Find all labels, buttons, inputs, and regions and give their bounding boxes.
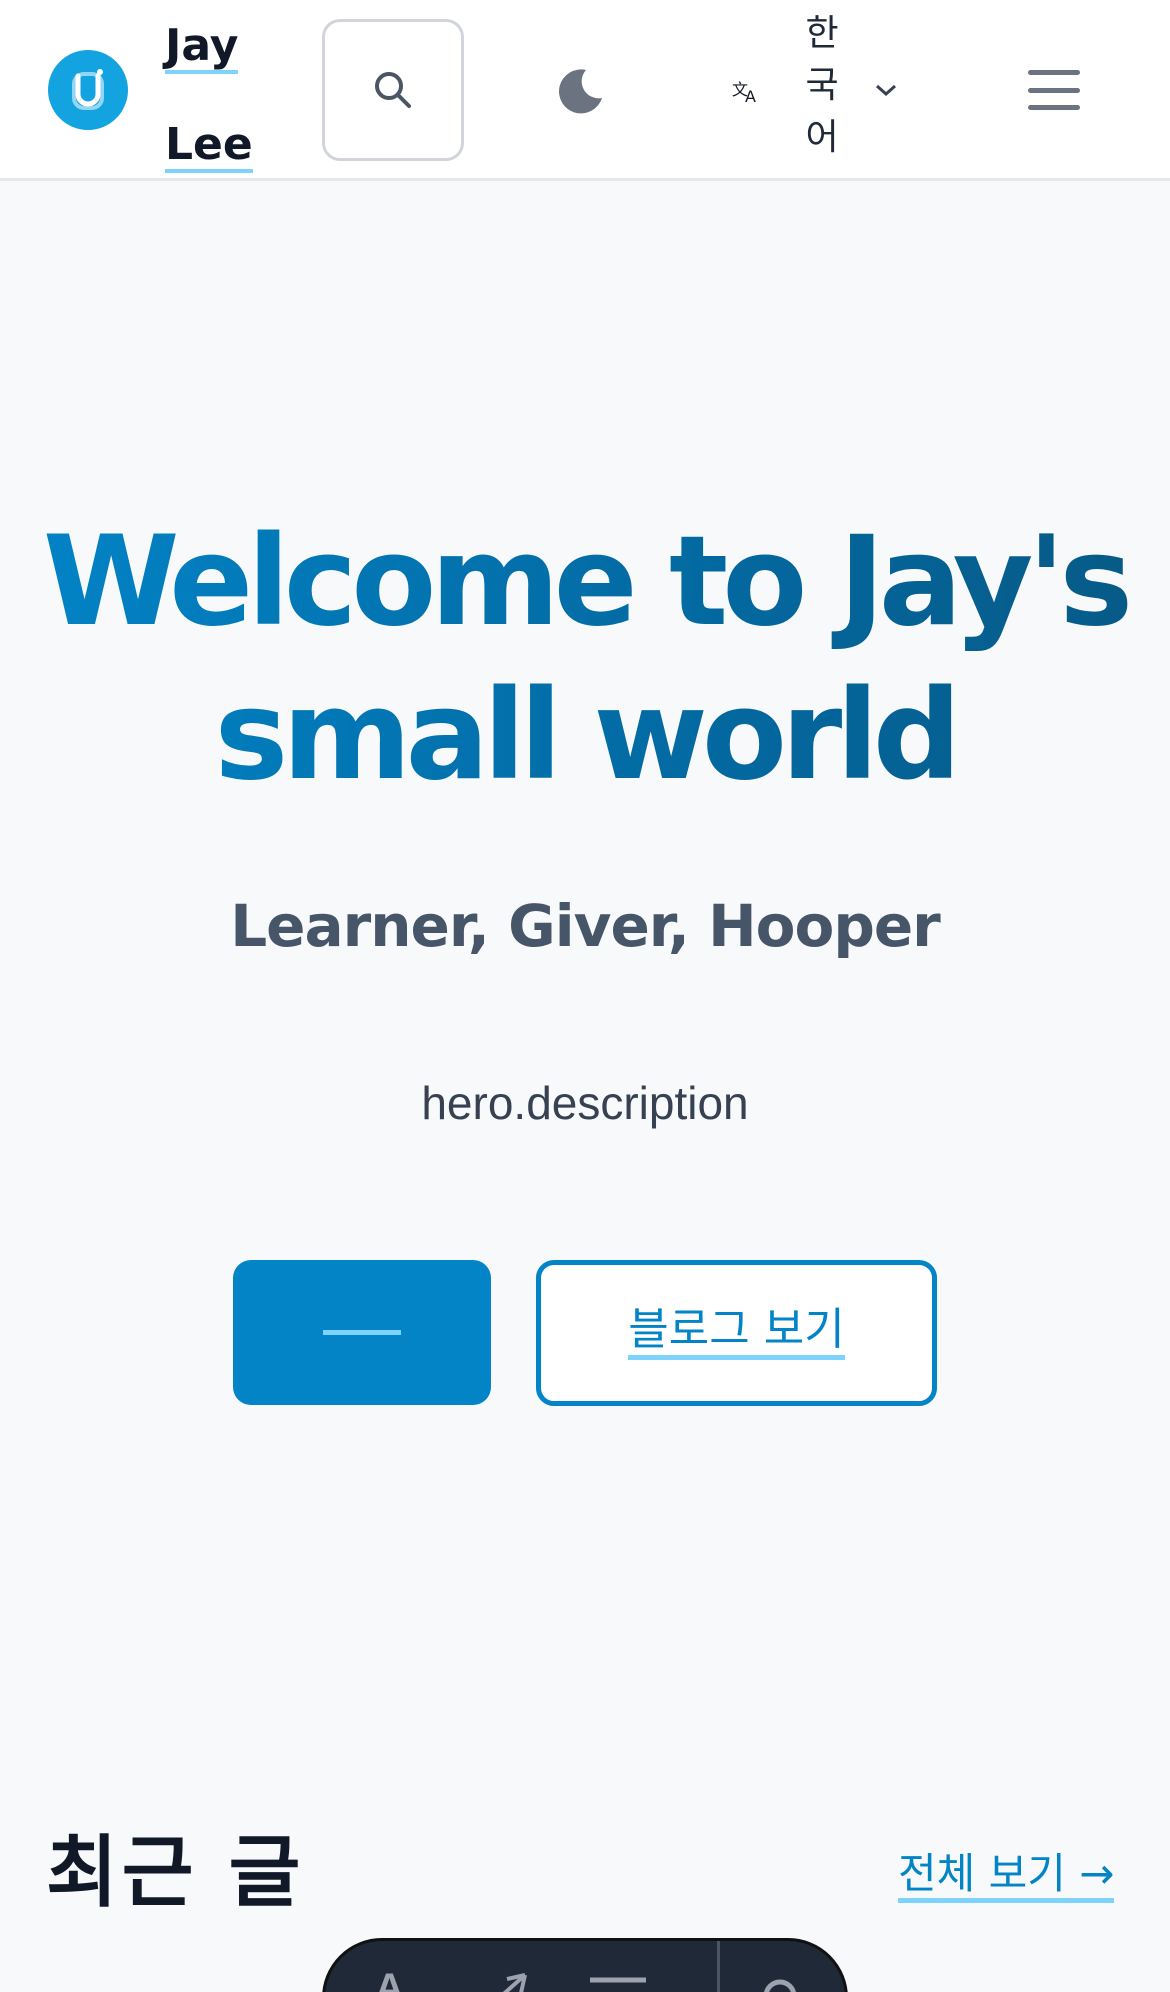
hero-description: hero.description (421, 1077, 749, 1129)
hero-title: Welcome to Jay's small world (0, 505, 1170, 813)
language-switcher[interactable]: 文 A 한국어 (722, 0, 912, 181)
hamburger-menu-button[interactable] (1022, 62, 1086, 118)
site-title-line-1[interactable]: Jay (165, 24, 239, 74)
view-all-link[interactable]: 전체 보기 → (898, 1849, 1115, 1904)
logo-icon[interactable] (48, 50, 128, 130)
menu-line (1028, 87, 1080, 93)
theme-toggle-button[interactable] (550, 60, 612, 122)
view-blog-label: 블로그 보기 (628, 1305, 845, 1360)
search-button[interactable] (322, 19, 464, 161)
view-blog-button[interactable]: 블로그 보기 (536, 1260, 937, 1406)
svg-text:A: A (745, 87, 756, 105)
recent-posts-title: 최근 글 (46, 1828, 305, 1918)
font-size-icon[interactable]: A (375, 1966, 404, 1992)
primary-cta-label-placeholder (323, 1330, 401, 1335)
language-label[interactable]: 한국어 (797, 8, 847, 164)
search-icon (375, 72, 411, 108)
menu-line (1028, 70, 1080, 75)
floating-toolbar: A (322, 1938, 848, 1992)
site-title-line-2[interactable]: Lee (165, 123, 253, 173)
site-header: Jay Lee 文 A 한국어 (0, 0, 1170, 181)
site-title[interactable]: Jay Lee (165, 16, 275, 218)
hero-subtitle: Learner, Giver, Hooper (230, 892, 941, 960)
primary-cta-button[interactable] (233, 1260, 491, 1405)
toolbar-divider (717, 1941, 720, 1992)
menu-line (1028, 105, 1080, 110)
list-icon[interactable] (590, 1976, 646, 1992)
share-icon[interactable] (485, 1971, 529, 1992)
translate-icon: 文 A (732, 80, 756, 105)
chevron-down-icon (876, 84, 896, 97)
moon-icon (559, 69, 602, 114)
settings-icon[interactable] (755, 1971, 805, 1992)
